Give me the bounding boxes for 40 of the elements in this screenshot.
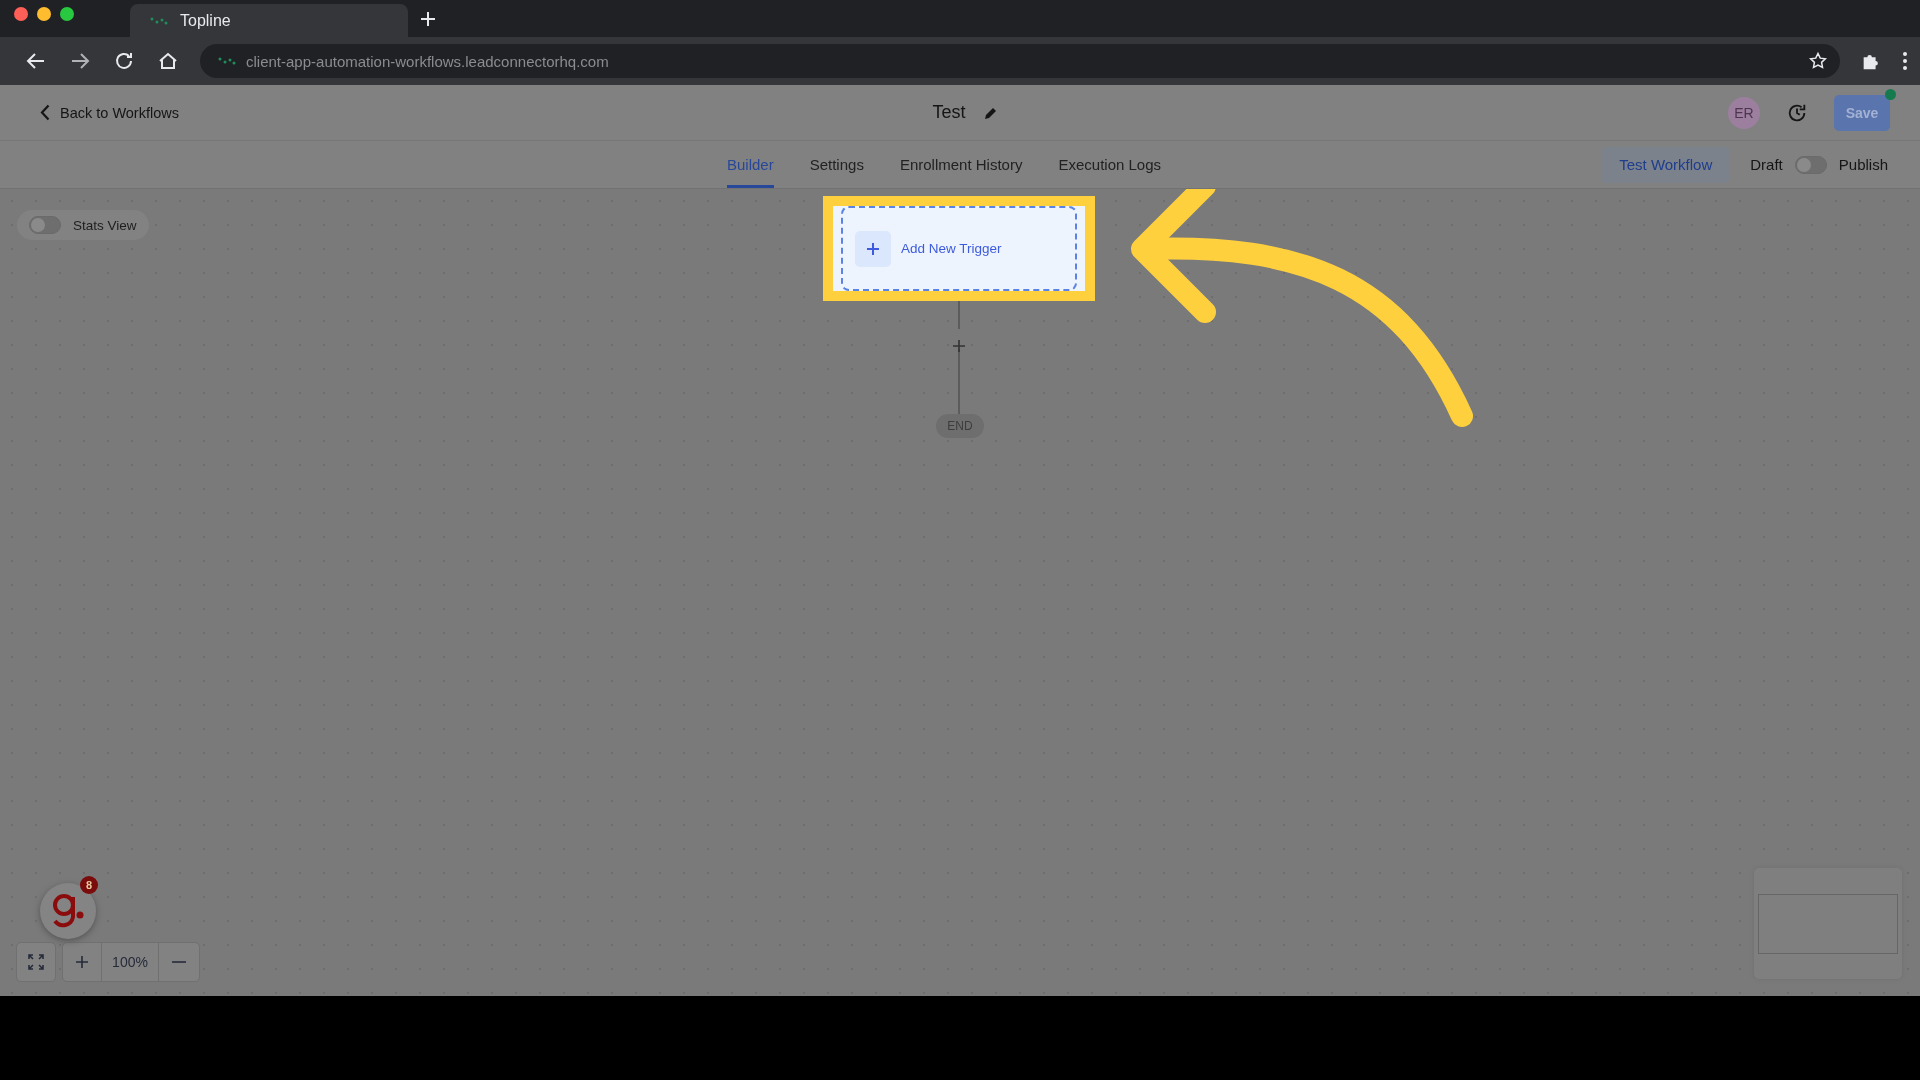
draft-label: Draft [1750, 156, 1783, 173]
new-tab-icon[interactable] [420, 10, 436, 27]
test-workflow-button[interactable]: Test Workflow [1601, 146, 1731, 183]
more-icon[interactable] [1902, 51, 1908, 71]
back-link-text: Back to Workflows [60, 104, 179, 121]
nav-tab[interactable]: Enrollment History [899, 141, 1023, 188]
pencil-icon[interactable] [983, 105, 998, 120]
user-avatar[interactable]: ER [1728, 96, 1760, 129]
url-text: client-app-automation-workflows.leadconnectorhq.com [246, 52, 610, 70]
browser-tab[interactable]: Topline [130, 4, 408, 37]
tab-title: Topline [180, 11, 231, 30]
notification-badge: 8 [80, 876, 98, 894]
minus-icon [172, 961, 186, 963]
save-label: Save [1845, 104, 1879, 121]
add-trigger-button[interactable]: Add New Trigger [841, 206, 1077, 291]
close-window-icon[interactable] [14, 6, 28, 21]
chevron-left-icon [40, 104, 50, 121]
save-button[interactable]: Save [1834, 94, 1890, 131]
star-icon[interactable] [1808, 51, 1828, 71]
add-step-icon[interactable] [952, 339, 966, 353]
stats-view-toggle[interactable] [29, 216, 61, 234]
help-widget-button[interactable] [40, 883, 96, 939]
maximize-window-icon[interactable] [60, 6, 74, 21]
minimize-window-icon[interactable] [37, 6, 51, 21]
publish-toggle[interactable] [1794, 155, 1827, 174]
nav-tab[interactable]: Settings [809, 141, 864, 188]
site-icon [150, 16, 168, 25]
zoom-level: 100% [102, 943, 159, 981]
nav-tab[interactable]: Execution Logs [1058, 141, 1161, 188]
expand-arrows-icon [27, 953, 45, 971]
status-dot-icon [1885, 88, 1896, 100]
back-to-workflows-link[interactable]: Back to Workflows [40, 104, 933, 121]
workflow-title: Test [932, 102, 966, 123]
add-trigger-label: Add New Trigger [901, 241, 1002, 256]
plus-icon [855, 230, 891, 267]
address-bar[interactable]: client-app-automation-workflows.leadconnectorhq.com [200, 44, 1840, 78]
stats-view-label: Stats View [73, 217, 137, 233]
plus-icon [75, 955, 89, 969]
site-icon [218, 57, 236, 65]
publish-label: Publish [1838, 156, 1888, 173]
